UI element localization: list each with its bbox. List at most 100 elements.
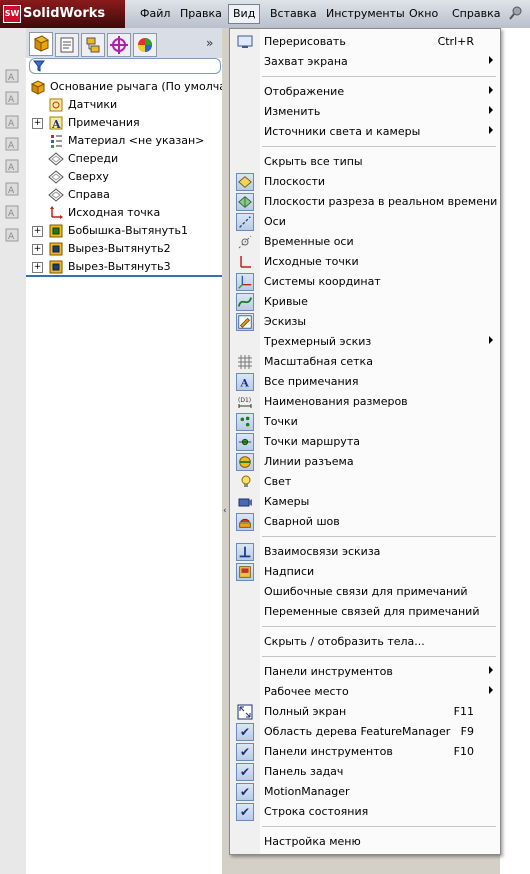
view-menu-item[interactable]: Оси — [230, 212, 500, 232]
view-menu-item[interactable]: A Все примечания — [230, 372, 500, 392]
submenu-arrow-icon — [489, 86, 493, 94]
surface-finish-icon[interactable]: A — [4, 158, 20, 174]
view-menu-item[interactable]: Точки маршрута — [230, 432, 500, 452]
view-menu-item[interactable]: ✔ Панели инструментов F10 — [230, 742, 500, 762]
view-menu-item[interactable]: ✔ MotionManager — [230, 782, 500, 802]
view-menu-item[interactable]: Сварной шов — [230, 512, 500, 532]
menu-separator — [262, 656, 496, 657]
svg-text:(D1): (D1) — [238, 397, 251, 404]
view-menu-item[interactable]: Точки — [230, 412, 500, 432]
view-menu-item[interactable]: Отображение — [230, 82, 500, 102]
view-menu-item[interactable]: Свет — [230, 472, 500, 492]
collapse-handle-icon[interactable]: ‹ — [223, 506, 227, 516]
tree-item-label: Спереди — [68, 152, 119, 165]
tree-item[interactable]: Основание рычага (По умолчанию — [26, 78, 250, 96]
view-menu-item[interactable]: Настройка меню — [230, 832, 500, 852]
view-menu-item[interactable]: ✔ Строка состояния — [230, 802, 500, 822]
graphics-area[interactable] — [500, 28, 530, 874]
view-menu-item[interactable]: Захват экрана — [230, 52, 500, 72]
live-section-planes-icon — [236, 193, 254, 211]
menu-item-shortcut: Ctrl+R — [437, 35, 474, 48]
tree-item[interactable]: + Бобышка-Вытянуть1 — [26, 222, 222, 240]
tree-item[interactable]: Сверху — [26, 168, 222, 186]
tree-item[interactable]: Датчики — [26, 96, 222, 114]
expand-icon[interactable]: + — [32, 226, 43, 237]
tab-display-manager[interactable] — [133, 33, 157, 57]
menu-file[interactable]: Файл — [136, 5, 174, 23]
tree-item[interactable]: Материал <не указан> — [26, 132, 222, 150]
balloon-icon[interactable]: A — [4, 114, 20, 130]
view-menu-item[interactable]: Кривые — [230, 292, 500, 312]
view-menu-item[interactable]: Плоскости — [230, 172, 500, 192]
solidworks-logo[interactable]: SW SolidWorks — [0, 0, 125, 28]
tab-featuremanager[interactable] — [29, 32, 53, 56]
view-menu-item[interactable]: Плоскости разреза в реальном времени — [230, 192, 500, 212]
tab-configurationmanager[interactable] — [81, 33, 105, 57]
view-menu-item[interactable]: Системы координат — [230, 272, 500, 292]
expand-icon[interactable]: + — [32, 118, 43, 129]
view-menu-item[interactable]: Масштабная сетка — [230, 352, 500, 372]
more-tabs-chevron-icon[interactable]: » — [206, 36, 213, 50]
coordinate-systems-icon — [236, 273, 254, 291]
view-menu-item[interactable]: Линии разъема — [230, 452, 500, 472]
view-menu-item[interactable]: Временные оси — [230, 232, 500, 252]
view-menu-item[interactable]: Рабочее место — [230, 682, 500, 702]
auto-balloon-icon[interactable]: A — [4, 136, 20, 152]
view-menu-item[interactable]: Панели инструментов — [230, 662, 500, 682]
menu-tools[interactable]: Инструменты — [322, 5, 409, 23]
view-menu-item[interactable]: Взаимосвязи эскиза — [230, 542, 500, 562]
view-menu-dropdown: Перерисовать Ctrl+R Захват экрана Отображен… — [229, 28, 501, 855]
view-menu-item[interactable]: Надписи — [230, 562, 500, 582]
pin-icon[interactable] — [508, 5, 524, 21]
tree-item[interactable]: Справа — [26, 186, 222, 204]
view-menu-item[interactable]: (D1) Наименования размеров — [230, 392, 500, 412]
menu-item-label: Наименования размеров — [264, 395, 408, 408]
menu-item-shortcut: F9 — [460, 725, 474, 738]
view-menu-item[interactable]: Скрыть все типы — [230, 152, 500, 172]
menu-view[interactable]: Вид — [228, 4, 261, 24]
view-menu-item[interactable]: Источники света и камеры — [230, 122, 500, 142]
weld-symbol-icon[interactable]: A — [4, 181, 20, 197]
view-menu-item[interactable]: ✔ Панель задач — [230, 762, 500, 782]
cameras-icon — [238, 498, 252, 507]
menu-help[interactable]: Справка — [448, 5, 504, 23]
tree-item[interactable]: + Вырез-Вытянуть3 — [26, 258, 222, 276]
view-menu-item[interactable]: Перерисовать Ctrl+R — [230, 32, 500, 52]
tab-propertymanager[interactable] — [55, 33, 79, 57]
menu-edit[interactable]: Правка — [176, 5, 226, 23]
submenu-arrow-icon — [489, 336, 493, 344]
geometric-tolerance-icon[interactable]: A — [4, 204, 20, 220]
expand-icon[interactable]: + — [32, 262, 43, 273]
tab-dimxpertmanager[interactable] — [107, 33, 131, 57]
menu-item-label: Настройка меню — [264, 835, 361, 848]
menu-item-label: Линии разъема — [264, 455, 354, 468]
menu-item-label: Кривые — [264, 295, 308, 308]
datum-icon[interactable]: A — [4, 227, 20, 243]
view-menu-item[interactable]: ✔ Область дерева FeatureManager F9 — [230, 722, 500, 742]
view-menu-item[interactable]: Трехмерный эскиз — [230, 332, 500, 352]
view-menu-item[interactable]: Скрыть / отобразить тела... — [230, 632, 500, 652]
view-menu-item[interactable]: Переменные связей для примечаний — [230, 602, 500, 622]
menu-insert[interactable]: Вставка — [266, 5, 321, 23]
tree-item[interactable]: + Вырез-Вытянуть2 — [26, 240, 222, 258]
tree-item[interactable]: Исходная точка — [26, 204, 222, 222]
view-menu-item[interactable]: Полный экран F11 — [230, 702, 500, 722]
view-menu-item[interactable]: Исходные точки — [230, 252, 500, 272]
tree-item[interactable]: Спереди — [26, 150, 222, 168]
display-manager-icon — [138, 38, 152, 52]
rollback-bar[interactable] — [26, 275, 222, 277]
tree-filter-input[interactable] — [29, 58, 221, 74]
menu-item-label: Панели инструментов — [264, 665, 393, 678]
menu-item-label: Эскизы — [264, 315, 307, 328]
smart-dimension-icon[interactable]: A — [4, 68, 20, 84]
menu-separator — [262, 626, 496, 627]
submenu-arrow-icon — [489, 686, 493, 694]
view-menu-item[interactable]: Камеры — [230, 492, 500, 512]
note-icon[interactable]: A — [4, 90, 20, 106]
menu-window[interactable]: Окно — [405, 5, 442, 23]
view-menu-item[interactable]: Эскизы — [230, 312, 500, 332]
view-menu-item[interactable]: Ошибочные связи для примечаний — [230, 582, 500, 602]
expand-icon[interactable]: + — [32, 244, 43, 255]
view-menu-item[interactable]: Изменить — [230, 102, 500, 122]
tree-item[interactable]: + A Примечания — [26, 114, 222, 132]
